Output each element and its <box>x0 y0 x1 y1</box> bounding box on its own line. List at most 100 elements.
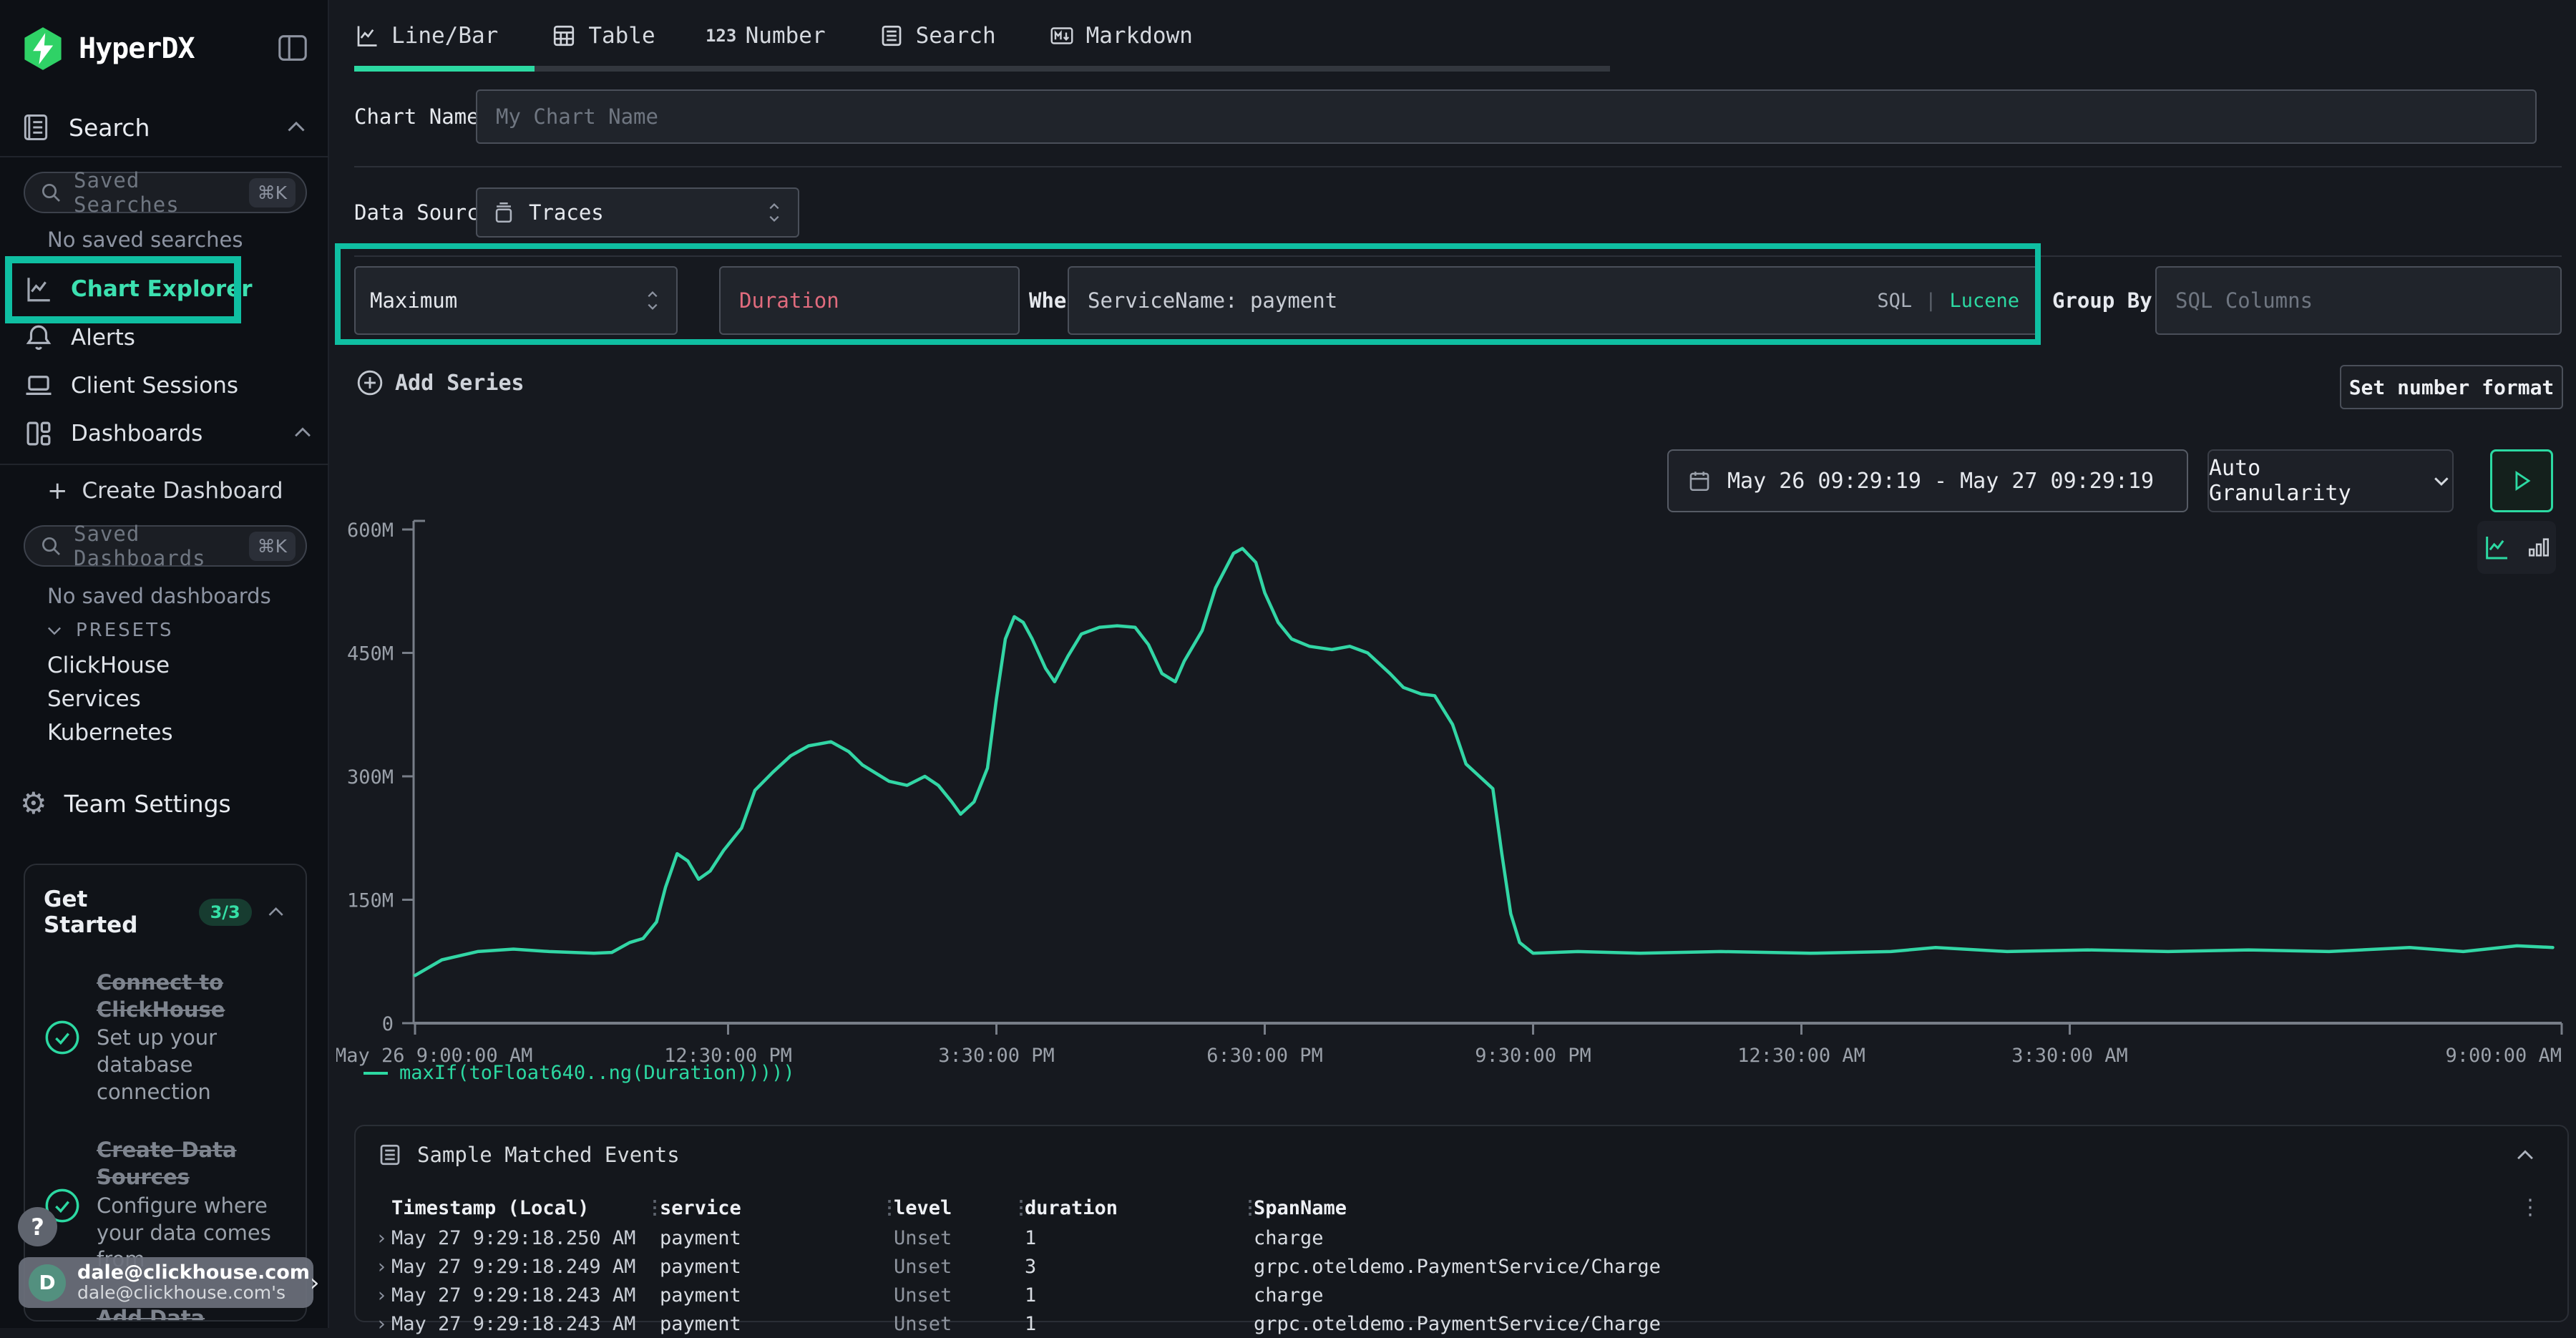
saved-dashboards-input[interactable]: Saved Dashboards ⌘K <box>24 525 307 567</box>
sidebar-section-search[interactable]: Search <box>20 112 309 143</box>
cell-timestamp: May 27 9:29:18.249 AM <box>391 1252 635 1281</box>
kbd-shortcut: ⌘K <box>249 178 296 207</box>
table-options-icon[interactable]: ⋮ <box>2519 1195 2541 1220</box>
query-language-toggle: SQL | Lucene <box>1877 290 2019 312</box>
svg-text:150M: 150M <box>347 890 394 912</box>
help-button[interactable]: ? <box>18 1207 57 1246</box>
preset-clickhouse[interactable]: ClickHouse <box>47 653 170 678</box>
avatar: D <box>29 1264 66 1302</box>
tab-markdown[interactable]: Markdown <box>1049 0 1193 72</box>
chevron-down-icon <box>44 620 64 640</box>
chart-name-placeholder: My Chart Name <box>496 104 658 129</box>
set-number-format-label: Set number format <box>2349 376 2555 399</box>
lucene-toggle-option[interactable]: Lucene <box>1949 290 2019 312</box>
run-query-button[interactable] <box>2490 449 2553 512</box>
chart-type-tabs: Line/Bar Table 123 Number Search Markdow… <box>354 0 1193 72</box>
date-range-input[interactable]: May 26 09:29:19 - May 27 09:29:19 <box>1667 449 2188 512</box>
cell-duration: 1 <box>1025 1224 1036 1252</box>
aggregation-select[interactable]: Maximum <box>354 266 678 335</box>
search-section-icon <box>20 112 52 143</box>
svg-text:9:00:00 AM: 9:00:00 AM <box>2445 1045 2562 1067</box>
chevron-up-icon[interactable] <box>265 901 287 924</box>
get-started-item-datasources[interactable]: Create Data Sources Configure where your… <box>44 1137 287 1273</box>
select-updown-icon <box>765 199 784 226</box>
sidebar-item-alerts[interactable]: Alerts <box>24 318 135 358</box>
row-expand-icon[interactable]: › <box>376 1309 387 1338</box>
column-header-timestamp[interactable]: Timestamp (Local) <box>391 1192 589 1224</box>
row-expand-icon[interactable]: › <box>376 1224 387 1252</box>
create-dashboard-button[interactable]: + Create Dashboard <box>47 477 283 505</box>
group-by-input[interactable]: SQL Columns <box>2155 266 2562 335</box>
create-dashboard-label: Create Dashboard <box>82 478 283 504</box>
cell-spanname: grpc.oteldemo.PaymentService/Charge <box>1254 1309 1661 1338</box>
calendar-icon <box>1687 469 1712 493</box>
svg-text:300M: 300M <box>347 766 394 788</box>
laptop-icon <box>24 371 54 401</box>
chevron-up-icon[interactable] <box>291 421 315 445</box>
chevron-up-icon[interactable] <box>283 114 309 140</box>
event-row[interactable]: › May 27 9:29:18.243 AM payment Unset 1 … <box>356 1309 2567 1338</box>
field-input[interactable]: Duration <box>719 266 1020 335</box>
user-menu[interactable]: D dale@clickhouse.com dale@clickhouse.co… <box>19 1257 313 1308</box>
list-icon <box>377 1142 403 1168</box>
column-header-duration[interactable]: duration <box>1025 1192 1118 1224</box>
line-chart-icon <box>354 23 380 49</box>
brand[interactable]: HyperDX <box>20 26 195 72</box>
row-expand-icon[interactable]: › <box>376 1281 387 1309</box>
cell-service: payment <box>660 1281 741 1309</box>
event-row[interactable]: › May 27 9:29:18.250 AM payment Unset 1 … <box>356 1224 2567 1252</box>
where-input[interactable]: ServiceName: payment SQL | Lucene <box>1068 266 2039 335</box>
events-panel-header[interactable]: Sample Matched Events <box>377 1142 680 1168</box>
saved-searches-input[interactable]: Saved Searches ⌘K <box>24 172 307 213</box>
presets-toggle[interactable]: PRESETS <box>44 620 174 641</box>
traces-source-icon <box>492 200 516 225</box>
add-series-button[interactable]: Add Series <box>356 369 525 396</box>
saved-searches-placeholder: Saved Searches <box>74 168 249 217</box>
chevron-up-icon[interactable] <box>2513 1143 2537 1168</box>
sidebar-item-dashboards[interactable]: Dashboards <box>24 414 203 454</box>
tab-number[interactable]: 123 Number <box>708 0 826 72</box>
cell-level: Unset <box>894 1281 952 1309</box>
get-started-item-connect[interactable]: Connect to ClickHouse Set up your databa… <box>44 970 287 1105</box>
tab-label: Line/Bar <box>391 23 498 49</box>
preset-kubernetes[interactable]: Kubernetes <box>47 720 172 746</box>
event-row[interactable]: › May 27 9:29:18.243 AM payment Unset 1 … <box>356 1281 2567 1309</box>
chart-explorer-icon <box>24 274 54 304</box>
timeseries-chart[interactable]: 0150M300M450M600MMay 26 9:00:00 AM12:30:… <box>336 508 2576 1080</box>
sidebar-collapse-icon[interactable] <box>276 31 309 64</box>
tab-search[interactable]: Search <box>879 0 996 72</box>
get-started-progress-badge: 3/3 <box>199 899 252 926</box>
preset-services[interactable]: Services <box>47 686 141 712</box>
toggle-separator: | <box>1925 290 1936 312</box>
sql-toggle-option[interactable]: SQL <box>1877 290 1912 312</box>
search-icon <box>39 534 62 557</box>
column-header-level[interactable]: level <box>894 1192 952 1224</box>
cell-spanname: charge <box>1254 1224 1324 1252</box>
event-row[interactable]: › May 27 9:29:18.249 AM payment Unset 3 … <box>356 1252 2567 1281</box>
team-settings-label: Team Settings <box>64 790 309 818</box>
tab-table[interactable]: Table <box>551 0 655 72</box>
saved-dashboards-placeholder: Saved Dashboards <box>74 522 249 570</box>
row-expand-icon[interactable]: › <box>376 1252 387 1281</box>
column-header-spanname[interactable]: SpanName <box>1254 1192 1347 1224</box>
no-saved-searches-text: No saved searches <box>47 228 243 252</box>
presets-label: PRESETS <box>76 620 174 641</box>
plus-icon: + <box>47 477 68 505</box>
sidebar-item-label: Dashboards <box>71 421 203 446</box>
column-header-service[interactable]: service <box>660 1192 741 1224</box>
sidebar-item-team-settings[interactable]: ⚙ Team Settings <box>20 788 309 819</box>
chart-name-input[interactable]: My Chart Name <box>476 89 2537 144</box>
sidebar-item-chart-explorer[interactable]: Chart Explorer <box>24 269 253 309</box>
cell-spanname: charge <box>1254 1281 1324 1309</box>
granularity-select[interactable]: Auto Granularity <box>2207 449 2454 512</box>
cell-spanname: grpc.oteldemo.PaymentService/Charge <box>1254 1252 1661 1281</box>
tab-line-bar[interactable]: Line/Bar <box>354 0 498 72</box>
get-started-card: Get Started 3/3 Connect to ClickHouse Se… <box>24 864 307 1322</box>
set-number-format-button[interactable]: Set number format <box>2340 365 2563 409</box>
divider <box>354 166 2562 167</box>
cell-service: payment <box>660 1224 741 1252</box>
events-table-header: Timestamp (Local) ⋮ service ⋮ level ⋮ du… <box>356 1192 2567 1224</box>
data-source-select[interactable]: Traces <box>476 187 799 238</box>
sidebar-item-client-sessions[interactable]: Client Sessions <box>24 366 238 406</box>
chart-canvas: 0150M300M450M600MMay 26 9:00:00 AM12:30:… <box>336 508 2576 1080</box>
